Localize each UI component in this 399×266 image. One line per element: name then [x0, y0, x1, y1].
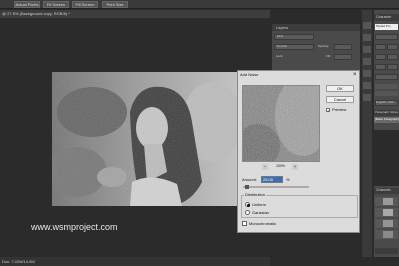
channel-row-red[interactable] — [375, 208, 398, 217]
font-style-field[interactable] — [375, 34, 398, 40]
channel-row-blue[interactable] — [375, 230, 398, 239]
fill-field[interactable] — [334, 54, 352, 60]
styles-icon[interactable] — [363, 70, 371, 77]
font-size-field[interactable] — [375, 44, 386, 50]
cancel-button[interactable]: Cancel — [326, 96, 354, 103]
gaussian-label: Gaussian — [252, 210, 269, 215]
zoom-level: 100% — [276, 164, 285, 168]
tracking-field[interactable] — [387, 54, 398, 60]
amount-unit: % — [286, 177, 290, 182]
actual-pixels-button[interactable]: Actual Pixels — [14, 1, 40, 8]
close-icon[interactable]: × — [353, 72, 357, 78]
zoom-out-button[interactable]: − — [262, 164, 268, 170]
brush-icon[interactable] — [363, 82, 371, 89]
character-tab[interactable]: Character — [376, 15, 391, 20]
clone-source-icon[interactable] — [363, 94, 371, 101]
basic-paragraph-label: [Basic Paragraph] — [375, 117, 399, 121]
channel-row-rgb[interactable] — [375, 197, 398, 206]
channel-thumbnail — [383, 209, 393, 216]
amount-value: 25.00 — [263, 177, 274, 182]
uniform-radio[interactable] — [245, 202, 250, 207]
watermark-text: www.wsmproject.com — [31, 222, 118, 232]
document-tab[interactable]: @ 27.5% (Background copy, RGB/8) * — [2, 12, 70, 16]
channel-thumbnail — [383, 220, 393, 227]
fill-screen-button[interactable]: Fill Screen — [72, 1, 98, 8]
language-value: English: USA — [376, 100, 394, 104]
ok-button[interactable]: OK — [326, 85, 354, 92]
preview-label: Preview — [332, 107, 347, 112]
opentype-buttons[interactable] — [375, 91, 398, 96]
amount-label: Amount: — [242, 177, 257, 182]
fit-screen-button[interactable]: Fit Screen — [43, 1, 69, 8]
status-bar — [0, 257, 270, 266]
blend-mode-value: Normal — [277, 44, 287, 48]
radio-dot — [247, 204, 250, 207]
baseline-shift-field[interactable] — [375, 74, 398, 80]
distribution-label: Distribution — [244, 192, 267, 197]
text-style-buttons[interactable] — [375, 84, 398, 89]
opacity-label: Opacity: — [318, 44, 330, 48]
channel-thumbnail — [383, 231, 393, 238]
preview-checkbox[interactable]: ✓ — [326, 108, 330, 113]
horizontal-scale-field[interactable] — [387, 64, 398, 70]
kerning-field[interactable] — [375, 54, 386, 60]
zoom-in-button[interactable]: + — [292, 164, 298, 170]
amount-slider-track[interactable] — [243, 186, 309, 188]
monochromatic-checkbox[interactable] — [242, 221, 247, 226]
swatches-icon[interactable] — [363, 58, 371, 65]
kind-label: Kind — [277, 34, 284, 38]
dialog-title: Add Noise — [240, 72, 259, 77]
photo — [52, 72, 237, 206]
layers-tab[interactable]: Layers — [276, 26, 288, 30]
leading-field[interactable] — [387, 44, 398, 50]
gaussian-radio[interactable] — [245, 210, 250, 215]
opacity-field[interactable] — [334, 44, 352, 50]
uniform-label: Uniform — [252, 202, 267, 207]
history-icon[interactable] — [363, 22, 371, 29]
channels-footer-buttons[interactable] — [375, 248, 398, 254]
channel-row-green[interactable] — [375, 219, 398, 228]
monochromatic-label: Monochromatic — [249, 221, 277, 226]
vertical-scale-field[interactable] — [375, 64, 386, 70]
channels-tab[interactable]: Channels — [376, 188, 391, 193]
font-family-value: Myriad Pro — [376, 24, 391, 28]
properties-icon[interactable] — [363, 34, 371, 41]
fill-label: Fill: — [326, 54, 331, 58]
noise-preview — [243, 86, 319, 161]
adjustments-icon[interactable] — [363, 46, 371, 53]
amount-slider-thumb[interactable] — [245, 185, 250, 189]
lock-label: Lock: — [276, 54, 284, 58]
doc-size-status: Doc: 7.02M/14.0M — [2, 259, 35, 264]
channel-thumbnail — [383, 198, 393, 205]
print-size-button[interactable]: Print Size — [102, 1, 128, 8]
paragraph-styles-tab[interactable]: Paragraph Styles — [375, 111, 398, 114]
canvas-image[interactable] — [52, 72, 237, 206]
noise-preview-box[interactable] — [242, 85, 320, 162]
